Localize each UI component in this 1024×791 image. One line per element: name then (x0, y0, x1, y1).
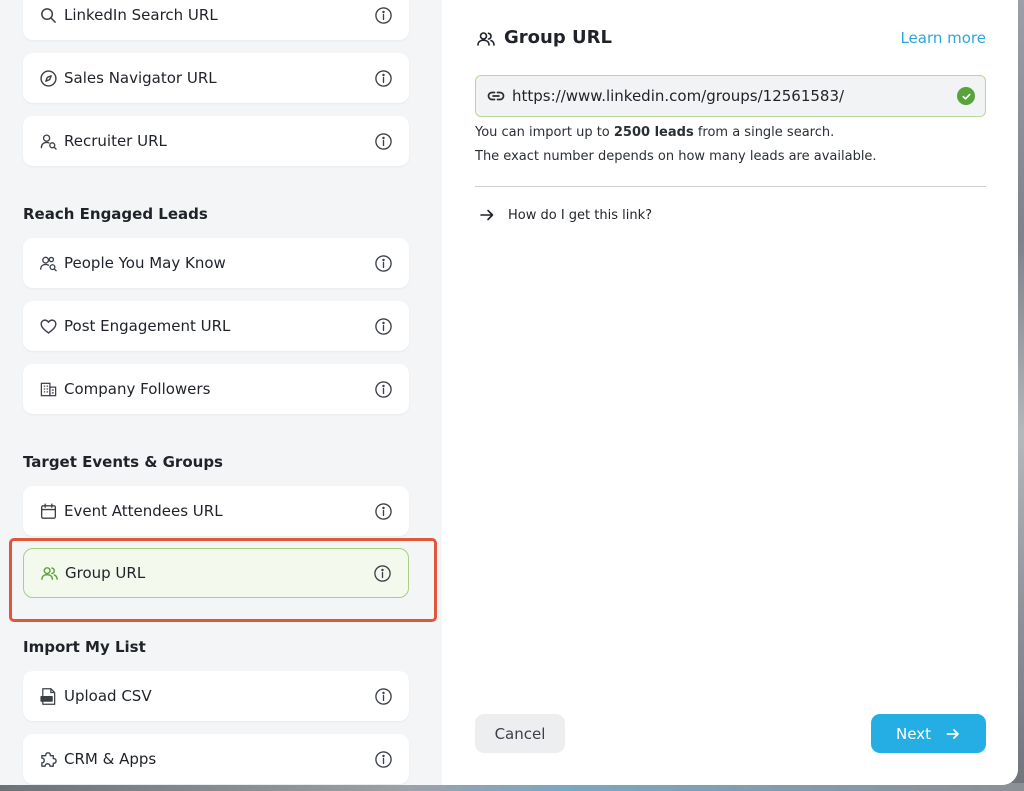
hint-prefix: You can import up to (475, 125, 614, 140)
compass-icon (38, 68, 58, 88)
arrow-right-icon (945, 726, 961, 742)
source-card-event-attendees[interactable]: Event Attendees URL (23, 486, 409, 536)
people-search-icon (38, 253, 58, 273)
next-button-label: Next (896, 724, 931, 743)
source-card-label: Sales Navigator URL (64, 69, 217, 87)
source-card-post-engagement[interactable]: Post Engagement URL (23, 301, 409, 351)
import-leads-modal: LinkedIn Search URL Sales Navigator URL … (0, 0, 1018, 785)
info-icon[interactable] (373, 501, 393, 521)
availability-hint: The exact number depends on how many lea… (475, 149, 877, 164)
info-icon[interactable] (373, 253, 393, 273)
group-url-panel: Group URL Learn more You can import up t… (442, 0, 1018, 785)
group-url-field[interactable] (475, 75, 986, 117)
info-icon[interactable] (373, 5, 393, 25)
source-card-upload-csv[interactable]: CSV Upload CSV (23, 671, 409, 721)
cancel-button[interactable]: Cancel (475, 714, 565, 753)
source-card-company-followers[interactable]: Company Followers (23, 364, 409, 414)
source-card-label: People You May Know (64, 254, 226, 272)
link-icon (486, 86, 506, 106)
next-button[interactable]: Next (871, 714, 986, 753)
group-icon (476, 29, 496, 49)
section-title-target-events-groups: Target Events & Groups (23, 453, 223, 471)
source-card-label: Event Attendees URL (64, 502, 223, 520)
info-icon[interactable] (373, 131, 393, 151)
group-icon (39, 563, 59, 583)
source-card-recruiter[interactable]: Recruiter URL (23, 116, 409, 166)
hint-leads-count: 2500 leads (613, 125, 694, 140)
source-card-label: Upload CSV (64, 687, 152, 705)
source-card-label: CRM & Apps (64, 750, 157, 768)
source-sidebar: LinkedIn Search URL Sales Navigator URL … (0, 0, 442, 785)
source-card-label: Group URL (65, 564, 146, 582)
csv-file-icon: CSV (38, 686, 58, 706)
valid-check-icon (957, 87, 975, 105)
calendar-icon (38, 501, 58, 521)
source-card-label: Recruiter URL (64, 132, 167, 150)
user-search-icon (38, 131, 58, 151)
source-card-sales-navigator[interactable]: Sales Navigator URL (23, 53, 409, 103)
info-icon[interactable] (373, 316, 393, 336)
heart-icon (38, 316, 58, 336)
source-card-label: Company Followers (64, 380, 211, 398)
how-to-get-link[interactable]: How do I get this link? (478, 206, 652, 224)
search-icon (38, 5, 58, 25)
hint-suffix: from a single search. (693, 125, 835, 140)
source-card-people-you-may-know[interactable]: People You May Know (23, 238, 409, 288)
svg-text:CSV: CSV (41, 696, 52, 702)
how-to-get-link-label: How do I get this link? (508, 207, 653, 223)
import-limit-hint: You can import up to 2500 leads from a s… (475, 125, 834, 140)
divider (475, 186, 986, 187)
building-icon (38, 379, 58, 399)
puzzle-icon (38, 749, 58, 769)
info-icon[interactable] (373, 379, 393, 399)
info-icon[interactable] (373, 686, 393, 706)
info-icon[interactable] (373, 68, 393, 88)
learn-more-link[interactable]: Learn more (900, 29, 986, 47)
section-title-reach-engaged-leads: Reach Engaged Leads (23, 205, 208, 223)
source-card-crm-apps[interactable]: CRM & Apps (23, 734, 409, 784)
info-icon[interactable] (373, 749, 393, 769)
source-card-label: Post Engagement URL (64, 317, 231, 335)
panel-title: Group URL (504, 27, 612, 48)
source-card-group-url[interactable]: Group URL (23, 548, 409, 598)
info-icon[interactable] (372, 563, 392, 583)
source-card-label: LinkedIn Search URL (64, 6, 218, 24)
section-title-import-my-list: Import My List (23, 638, 146, 656)
group-url-input[interactable] (512, 87, 957, 105)
source-card-linkedin-search[interactable]: LinkedIn Search URL (23, 0, 409, 40)
arrow-right-icon (478, 206, 496, 224)
